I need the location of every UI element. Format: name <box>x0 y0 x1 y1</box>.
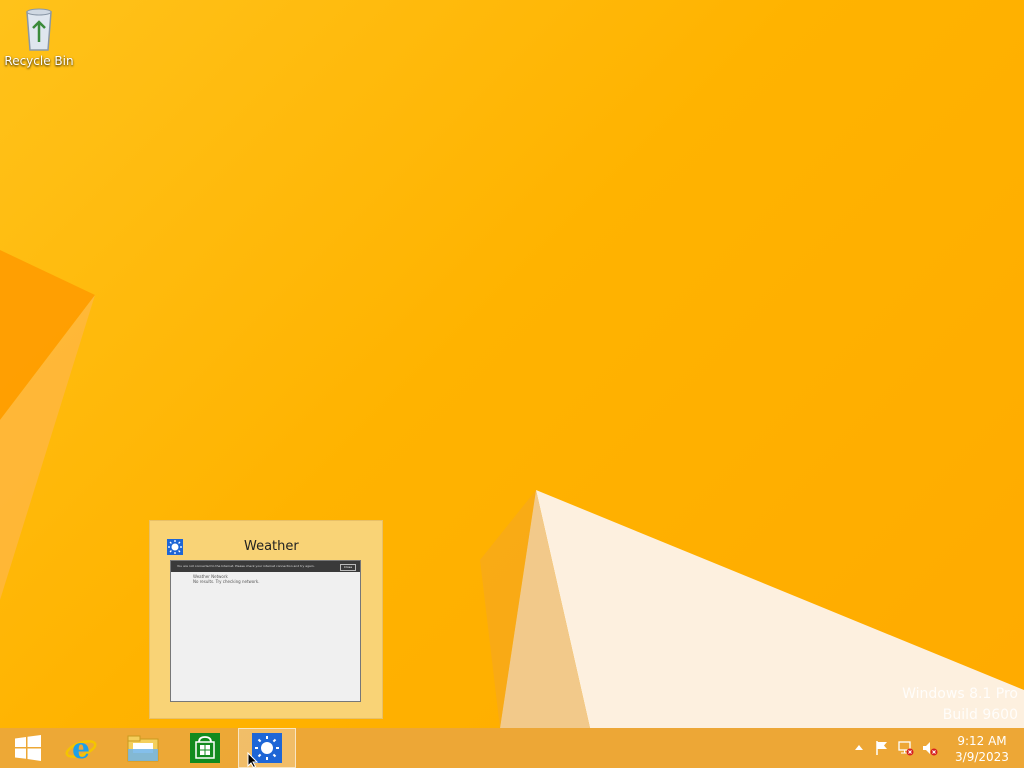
os-build: Build 9600 <box>942 707 1018 723</box>
internet-explorer-icon: e <box>65 732 97 764</box>
taskbar-store[interactable] <box>177 728 233 768</box>
taskbar: e 9:12 AM 3/9/2023 <box>0 728 1024 768</box>
taskbar-thumbnail-weather[interactable]: Weather You are not connected to the Int… <box>149 520 383 719</box>
store-icon <box>190 733 220 763</box>
windows-logo-icon <box>15 735 41 761</box>
action-center-flag-icon[interactable] <box>874 740 890 756</box>
recycle-bin-icon <box>26 8 52 51</box>
recycle-bin-label: Recycle Bin <box>4 54 74 68</box>
volume-muted-icon[interactable] <box>922 740 938 756</box>
preview-bar-text: You are not connected to the Internet. P… <box>177 564 315 568</box>
system-clock[interactable]: 9:12 AM 3/9/2023 <box>950 733 1014 765</box>
preview-notification-bar: You are not connected to the Internet. P… <box>171 561 360 572</box>
start-button[interactable] <box>0 728 56 768</box>
clock-time: 9:12 AM <box>957 734 1007 748</box>
os-edition: Windows 8.1 Pro <box>902 686 1018 702</box>
network-error-icon[interactable] <box>898 740 914 756</box>
clock-date: 3/9/2023 <box>955 750 1009 764</box>
preview-subtext: No results. Try checking network. <box>193 579 260 584</box>
show-hidden-icons-icon[interactable] <box>851 740 867 756</box>
weather-icon <box>167 539 183 555</box>
recycle-bin-shortcut[interactable]: Recycle Bin <box>4 6 74 68</box>
taskbar-file-explorer[interactable] <box>115 728 171 768</box>
preview-close-button: Close <box>340 564 356 571</box>
taskbar-internet-explorer[interactable]: e <box>53 728 109 768</box>
os-version-watermark: Windows 8.1 Pro Build 9600 <box>902 684 1018 726</box>
preview-heading: Weather Network <box>193 574 228 579</box>
thumbnail-preview[interactable]: You are not connected to the Internet. P… <box>170 560 361 702</box>
file-explorer-icon <box>127 735 159 762</box>
svg-text:e: e <box>72 732 90 764</box>
mouse-cursor-icon <box>247 752 259 768</box>
thumbnail-title: Weather <box>244 539 299 554</box>
